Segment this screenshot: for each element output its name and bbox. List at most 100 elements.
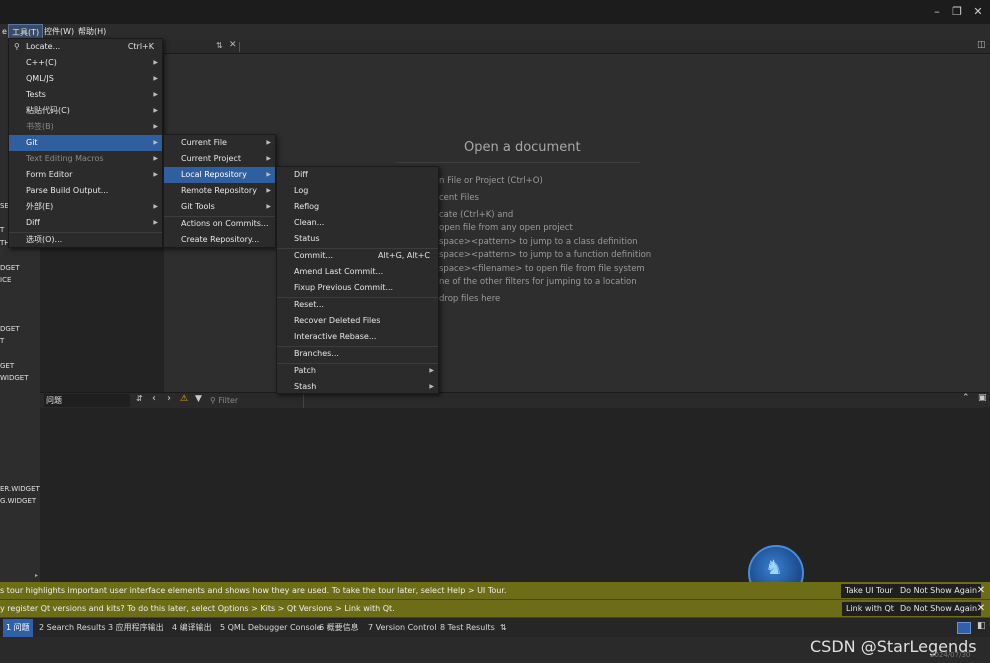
menu-item-git-tools[interactable]: Git Tools ▶: [164, 199, 275, 215]
chevron-right-icon: ▶: [153, 155, 158, 162]
sort-icon[interactable]: ⇵: [136, 394, 143, 403]
restore-icon[interactable]: ❐: [948, 3, 966, 21]
menu-item-recover-deleted-files[interactable]: Recover Deleted Files: [277, 313, 438, 329]
filter-placeholder: Filter: [218, 396, 239, 405]
sidebar-toggle-icon[interactable]: ◧: [977, 621, 986, 631]
link-with-qt-button[interactable]: Link with Qt: [842, 602, 898, 616]
chevron-right-icon: ▶: [266, 203, 271, 210]
menu-item-reflog[interactable]: Reflog: [277, 199, 438, 215]
menu-item-log[interactable]: Log: [277, 183, 438, 199]
chevron-right-icon: ▶: [266, 139, 271, 146]
title-divider: [396, 162, 640, 163]
chevron-right-icon: ▶: [266, 171, 271, 178]
menu-item-reset[interactable]: Reset...: [277, 297, 438, 313]
menu-item-label: Recover Deleted Files: [294, 316, 381, 325]
sort-updown-icon[interactable]: ⇅: [216, 41, 223, 50]
menu-item-commit[interactable]: Commit... Alt+G, Alt+C: [277, 248, 438, 264]
menu-item-bookmarks[interactable]: 书签(B) ▶: [9, 119, 162, 135]
tab-general-messages[interactable]: 6 概要信息: [319, 619, 359, 637]
menu-item-amend-last-commit[interactable]: Amend Last Commit...: [277, 264, 438, 280]
menu-item-label: Branches...: [294, 349, 339, 358]
menu-item-patch[interactable]: Patch ▶: [277, 363, 438, 379]
chevron-right-icon: ▶: [266, 155, 271, 162]
minimize-icon[interactable]: –: [928, 3, 946, 21]
menu-item-local-repository[interactable]: Local Repository ▶: [164, 167, 275, 183]
watermark-date: 2024/07/30: [930, 651, 971, 659]
filter-icon[interactable]: ▼: [195, 394, 202, 404]
tools-menu: ⚲ Locate... Ctrl+K C++(C) ▶ QML/JS ▶ Tests…: [8, 38, 163, 248]
next-icon[interactable]: ›: [167, 393, 171, 404]
menu-item-options[interactable]: 选项(O)...: [9, 232, 162, 248]
menu-item-form-editor[interactable]: Form Editor ▶: [9, 167, 162, 183]
tab-version-control[interactable]: 7 Version Control: [368, 619, 437, 637]
menu-item-current-project[interactable]: Current Project ▶: [164, 151, 275, 167]
menu-item-status[interactable]: Status: [277, 231, 438, 247]
problems-list[interactable]: [40, 408, 990, 582]
close-icon[interactable]: ✕: [969, 3, 987, 21]
chevron-right-icon: ▶: [153, 123, 158, 130]
tab-application-output[interactable]: 3 应用程序输出: [108, 619, 164, 637]
output-pane-bar: 1 问题 2 Search Results 3 应用程序输出 4 编译输出 5 …: [0, 619, 990, 637]
sidebar-fragment: ICE: [0, 276, 12, 284]
do-not-show-again-button[interactable]: Do Not Show Again: [896, 584, 982, 598]
menu-item-git[interactable]: Git ▶: [9, 135, 162, 151]
menu-item-fixup-previous-commit[interactable]: Fixup Previous Commit...: [277, 280, 438, 296]
menu-item-paste-code[interactable]: 粘贴代码(C) ▶: [9, 103, 162, 119]
tab-problems[interactable]: 1 问题: [3, 619, 33, 637]
welcome-hint: cate (Ctrl+K) and: [439, 210, 514, 220]
menu-item-clean[interactable]: Clean...: [277, 215, 438, 231]
menu-item-label: 粘贴代码(C): [26, 106, 70, 115]
menu-item-diff[interactable]: Diff ▶: [9, 215, 162, 231]
menu-item-tests[interactable]: Tests ▶: [9, 87, 162, 103]
do-not-show-again-button[interactable]: Do Not Show Again: [896, 602, 982, 616]
menu-item-text-macros[interactable]: Text Editing Macros ▶: [9, 151, 162, 167]
close-document-icon[interactable]: ✕: [229, 40, 237, 50]
close-icon[interactable]: ✕: [974, 583, 988, 599]
menu-item-branches[interactable]: Branches...: [277, 346, 438, 362]
menu-item-current-file[interactable]: Current File ▶: [164, 135, 275, 151]
filter-input[interactable]: ⚲ Filter: [210, 394, 300, 407]
chevron-right-icon: ▶: [153, 139, 158, 146]
bottom-strip: CSDN @StarLegends 2024/07/30: [0, 637, 990, 663]
menu-item-create-repository[interactable]: Create Repository...: [164, 232, 275, 248]
maximize-pane-icon[interactable]: ▣: [978, 393, 987, 403]
progress-toggle-icon[interactable]: [957, 622, 971, 634]
menu-item-external[interactable]: 外部(E) ▶: [9, 199, 162, 215]
menu-item-diff[interactable]: Diff: [277, 167, 438, 183]
sidebar-fragment: T: [0, 226, 5, 234]
menu-item-label: Stash: [294, 382, 317, 391]
menu-item-qmljs[interactable]: QML/JS ▶: [9, 71, 162, 87]
tab-qml-debugger-console[interactable]: 5 QML Debugger Console: [220, 619, 322, 637]
menu-item-label: Commit...: [294, 251, 334, 260]
menu-item-label: Locate...: [26, 42, 61, 51]
menu-item-cpp[interactable]: C++(C) ▶: [9, 55, 162, 71]
menu-item-remote-repository[interactable]: Remote Repository ▶: [164, 183, 275, 199]
more-tabs-icon[interactable]: ⇅: [500, 619, 507, 637]
menu-item-actions-on-commits[interactable]: Actions on Commits...: [164, 216, 275, 232]
menu-item-stash[interactable]: Stash ▶: [277, 379, 438, 395]
collapse-pane-icon[interactable]: ⌃: [962, 393, 970, 403]
take-ui-tour-button[interactable]: Take UI Tour: [841, 584, 897, 598]
menu-item-parse-build[interactable]: Parse Build Output...: [9, 183, 162, 199]
sidebar-fragment: WIDGET: [0, 374, 29, 382]
welcome-hint: n File or Project (Ctrl+O): [439, 176, 543, 186]
menu-item-shortcut: Ctrl+K: [127, 42, 154, 51]
toolbar-divider: [303, 394, 304, 408]
tab-test-results[interactable]: 8 Test Results: [440, 619, 495, 637]
previous-icon[interactable]: ‹: [152, 393, 156, 404]
warning-icon[interactable]: ⚠: [180, 394, 188, 404]
menu-item-label: Current File: [181, 138, 227, 147]
close-icon[interactable]: ✕: [974, 601, 988, 617]
split-view-icon[interactable]: ◫: [977, 40, 986, 50]
menu-item-locate[interactable]: ⚲ Locate... Ctrl+K: [9, 39, 162, 55]
menu-item-label: Status: [294, 234, 320, 243]
chevron-right-icon: ▶: [153, 75, 158, 82]
problems-pane-title[interactable]: 问题: [44, 394, 130, 407]
scroll-right-icon[interactable]: ▸: [35, 572, 38, 579]
notification-bar-qt-versions: y register Qt versions and kits? To do t…: [0, 600, 990, 618]
tab-compile-output[interactable]: 4 编译输出: [172, 619, 212, 637]
menu-item-shortcut: Alt+G, Alt+C: [378, 251, 430, 260]
tab-search-results[interactable]: 2 Search Results: [39, 619, 106, 637]
chevron-right-icon: ▶: [153, 203, 158, 210]
menu-item-interactive-rebase[interactable]: Interactive Rebase...: [277, 329, 438, 345]
